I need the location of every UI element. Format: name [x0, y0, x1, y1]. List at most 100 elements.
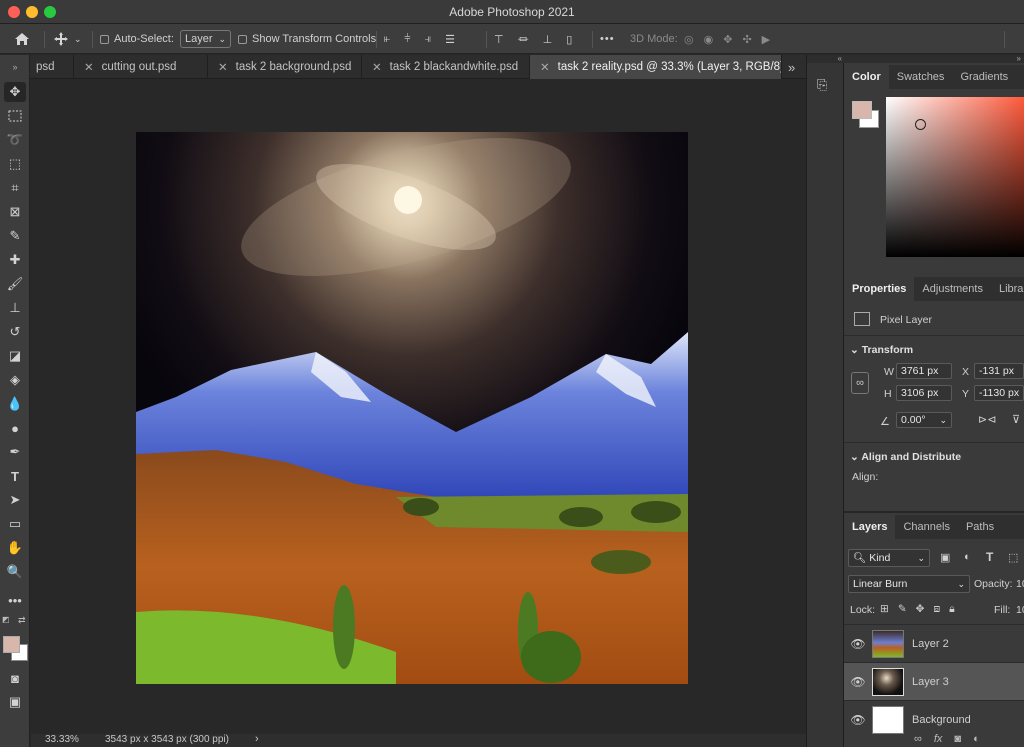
healing-brush-tool-icon[interactable]: ✚	[4, 250, 26, 270]
tab-task2-reality[interactable]: ✕ task 2 reality.psd @ 33.3% (Layer 3, R…	[530, 55, 782, 79]
layer-style-icon[interactable]: fx	[934, 733, 943, 745]
tab-paths[interactable]: Paths	[958, 515, 1002, 539]
move-tool-preset-icon[interactable]: ⌄	[54, 24, 82, 54]
height-field[interactable]: 3106 px	[896, 385, 952, 401]
lock-transparent-icon[interactable]: ⊞	[880, 603, 889, 616]
align-center-h-icon[interactable]: ⫩	[404, 33, 410, 46]
paint-bucket-tool-icon[interactable]: ◈	[4, 370, 26, 390]
tab-channels[interactable]: Channels	[895, 515, 957, 539]
pen-tool-icon[interactable]: ✒	[4, 442, 26, 462]
layer-filter-kind[interactable]: 🔍︎ Kind ⌄	[848, 549, 930, 567]
path-selection-tool-icon[interactable]: ➤	[4, 490, 26, 510]
distribute-h-icon[interactable]: ☰	[445, 33, 455, 46]
color-picker-field[interactable]	[886, 97, 1024, 257]
close-tab-icon[interactable]: ✕	[218, 60, 228, 74]
align-top-icon[interactable]: ⊤	[494, 33, 504, 46]
y-field[interactable]: -1130 px	[974, 385, 1024, 401]
close-tab-icon[interactable]: ✕	[540, 60, 550, 74]
lock-all-icon[interactable]: 🔒︎	[949, 603, 955, 616]
align-middle-icon[interactable]: ⏛	[518, 31, 529, 47]
tab-color[interactable]: Color	[844, 65, 889, 89]
transform-section-header[interactable]: ⌄ Transform	[850, 344, 913, 356]
opacity-value[interactable]: 10	[1016, 578, 1024, 590]
filter-shape-icon[interactable]: ⬚	[1008, 551, 1018, 564]
align-left-icon[interactable]: ⫦	[384, 33, 390, 46]
marquee-tool-icon[interactable]	[4, 106, 26, 126]
dodge-tool-icon[interactable]: ●	[4, 418, 26, 438]
width-field[interactable]: 3761 px	[896, 363, 952, 379]
3d-slide-icon[interactable]: ✣	[742, 33, 751, 46]
align-bottom-icon[interactable]: ⊥	[543, 33, 553, 46]
filter-adjustment-icon[interactable]: ◐	[964, 551, 971, 563]
tab-gradients[interactable]: Gradients	[952, 65, 1016, 89]
object-selection-tool-icon[interactable]: ⬚	[4, 154, 26, 174]
brush-tool-icon[interactable]: 🖌	[4, 274, 26, 294]
lock-position-icon[interactable]: ✥	[916, 603, 925, 616]
tab-libraries[interactable]: Librar	[991, 277, 1024, 301]
clone-stamp-tool-icon[interactable]: ⊥	[4, 298, 26, 318]
close-tab-icon[interactable]: ✕	[372, 60, 382, 74]
x-field[interactable]: -131 px	[974, 363, 1024, 379]
foreground-color-swatch[interactable]	[3, 636, 20, 653]
color-picker-cursor[interactable]	[915, 119, 926, 130]
align-right-icon[interactable]: ⫣	[425, 33, 432, 46]
visibility-eye-icon[interactable]: 👁︎	[844, 637, 872, 651]
tabs-overflow-button[interactable]: »	[782, 55, 806, 79]
tab-properties[interactable]: Properties	[844, 277, 915, 301]
lasso-tool-icon[interactable]: ➰	[4, 130, 26, 150]
close-tab-icon[interactable]: ✕	[84, 60, 94, 74]
layer-mask-icon[interactable]: ◙	[954, 733, 961, 745]
history-brush-tool-icon[interactable]: ↺	[4, 322, 26, 342]
quick-mask-icon[interactable]: ◙	[4, 668, 26, 688]
layer-row-layer-3[interactable]: 👁︎ Layer 3	[844, 662, 1024, 700]
visibility-eye-icon[interactable]: 👁︎	[844, 675, 872, 689]
screen-mode-icon[interactable]: ▣	[4, 692, 26, 712]
zoom-level[interactable]: 33.33%	[45, 734, 79, 745]
blend-mode-dropdown[interactable]: Linear Burn ⌄	[848, 575, 970, 593]
more-tools-icon[interactable]: •••	[4, 590, 26, 610]
tab-cutting-out[interactable]: ✕ cutting out.psd	[74, 55, 208, 79]
collapse-strip-icon[interactable]: «	[807, 55, 845, 63]
lock-artboard-icon[interactable]: ⧈	[933, 603, 940, 616]
link-dimensions-icon[interactable]: ∞	[851, 372, 869, 394]
history-panel-icon[interactable]: ⎘	[817, 77, 827, 93]
eraser-tool-icon[interactable]: ◪	[4, 346, 26, 366]
more-options-button[interactable]: •••	[600, 24, 615, 54]
collapse-panels-icon[interactable]: »	[844, 55, 1024, 63]
visibility-eye-icon[interactable]: 👁︎	[844, 713, 872, 727]
hand-tool-icon[interactable]: ✋	[4, 538, 26, 558]
auto-select-dropdown[interactable]: Layer ⌄	[180, 30, 232, 48]
3d-pan-icon[interactable]: ✥	[723, 33, 732, 46]
default-colors-icon[interactable]: ◩	[2, 615, 10, 624]
3d-roll-icon[interactable]: ◉	[704, 33, 714, 46]
frame-tool-icon[interactable]: ⊠	[4, 202, 26, 222]
angle-field[interactable]: 0.00° ⌄	[896, 412, 952, 428]
move-tool-icon[interactable]: ✥	[4, 82, 26, 102]
tab-adjustments[interactable]: Adjustments	[914, 277, 991, 301]
lock-image-icon[interactable]: ✎	[898, 603, 907, 616]
tab-task2-blackandwhite[interactable]: ✕ task 2 blackandwhite.psd	[362, 55, 530, 79]
filter-type-icon[interactable]: T	[986, 550, 993, 564]
link-layers-icon[interactable]: ∞	[914, 733, 922, 745]
tab-swatches[interactable]: Swatches	[889, 65, 953, 89]
home-icon[interactable]	[14, 24, 30, 54]
eyedropper-tool-icon[interactable]: ✎	[4, 226, 26, 246]
tab-psd[interactable]: psd	[30, 55, 74, 79]
show-transform-checkbox[interactable]	[238, 34, 247, 44]
align-distribute-header[interactable]: ⌄ Align and Distribute	[850, 451, 961, 463]
distribute-v-icon[interactable]: ▯	[566, 33, 572, 46]
zoom-tool-icon[interactable]: 🔍	[4, 562, 26, 582]
type-tool-icon[interactable]: T	[4, 466, 26, 486]
crop-tool-icon[interactable]: ⌗	[4, 178, 26, 198]
tab-task2-background[interactable]: ✕ task 2 background.psd	[208, 55, 362, 79]
tab-layers[interactable]: Layers	[844, 515, 896, 539]
filter-pixel-icon[interactable]: ▣	[940, 551, 950, 564]
color-panel-fg-swatch[interactable]	[852, 101, 872, 119]
3d-orbit-icon[interactable]: ◎	[684, 33, 694, 46]
auto-select-checkbox[interactable]	[100, 34, 109, 44]
document-canvas[interactable]	[136, 132, 688, 684]
swap-colors-icon[interactable]: ⇄	[18, 615, 26, 626]
blur-tool-icon[interactable]: 💧	[4, 394, 26, 414]
flip-horizontal-icon[interactable]: ⊳⊲	[978, 413, 996, 426]
toolbar-collapse-icon[interactable]: »	[4, 57, 26, 77]
